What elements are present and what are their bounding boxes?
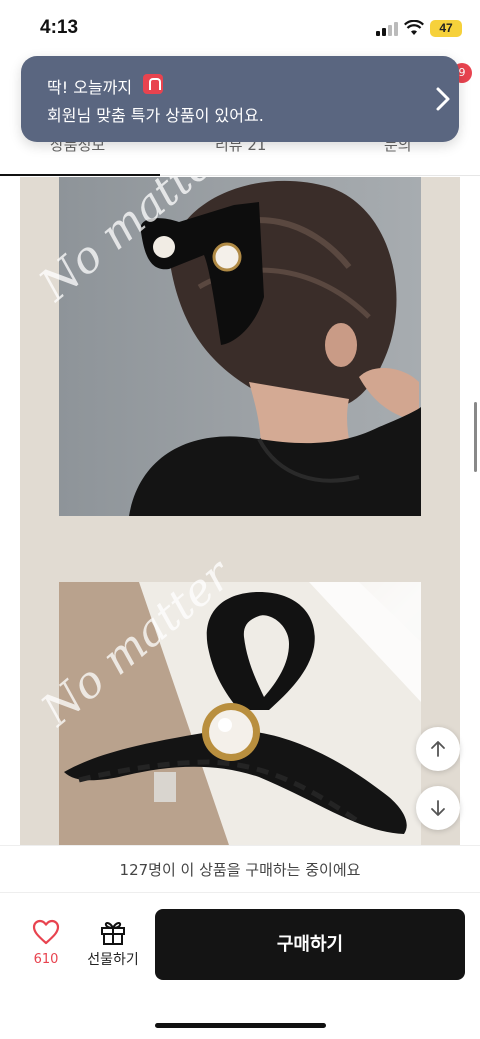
- arrow-up-icon: [431, 741, 445, 757]
- siren-icon: [143, 74, 163, 94]
- product-photo-clip: [59, 582, 421, 845]
- buy-button[interactable]: 구매하기: [155, 909, 465, 980]
- home-indicator: [155, 1023, 326, 1028]
- status-bar: 4:13 47: [0, 0, 480, 56]
- scroll-down-button[interactable]: [416, 786, 460, 830]
- scroll-up-button[interactable]: [416, 727, 460, 771]
- gift-icon: [101, 922, 125, 945]
- toast-message: 회원님 맞춤 특가 상품이 있어요.: [47, 106, 264, 125]
- gift-label: 선물하기: [87, 952, 139, 968]
- status-time: 4:13: [40, 17, 79, 38]
- wifi-icon: [404, 20, 424, 35]
- arrow-down-icon: [431, 800, 445, 816]
- signal-icon: [376, 22, 398, 36]
- like-button[interactable]: 610: [22, 919, 70, 971]
- buyers-count-banner: 127명이 이 상품을 구매하는 중이에요: [0, 845, 480, 893]
- gift-button[interactable]: 선물하기: [82, 919, 144, 971]
- scrollbar[interactable]: [474, 402, 477, 472]
- bottom-purchase-bar: 610 선물하기 구매하기: [0, 893, 480, 1039]
- toast-title: 딱! 오늘까지: [47, 78, 133, 97]
- heart-icon: [32, 919, 60, 945]
- active-tab-indicator: [0, 174, 160, 176]
- chevron-right-icon[interactable]: [433, 86, 453, 112]
- like-count: 610: [33, 952, 59, 967]
- product-detail-content: No matter No matter: [20, 177, 460, 845]
- battery-indicator: 47: [430, 20, 462, 37]
- promo-toast[interactable]: 딱! 오늘까지 회원님 맞춤 특가 상품이 있어요.: [21, 56, 459, 142]
